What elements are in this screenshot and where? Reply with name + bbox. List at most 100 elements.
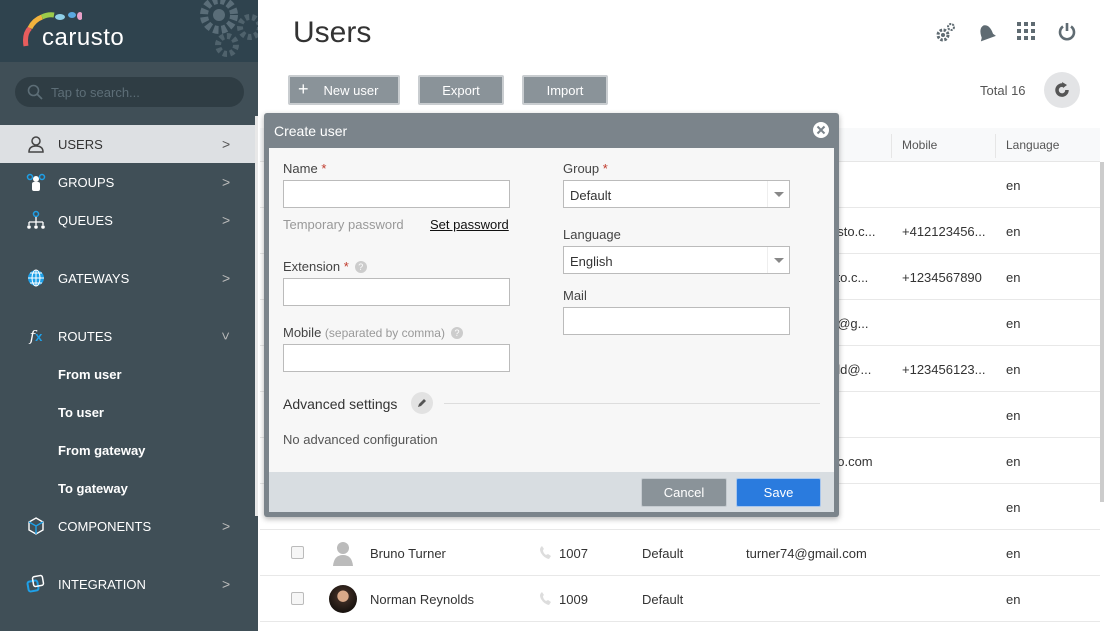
sidebar-item-integration[interactable]: INTEGRATION > — [0, 565, 258, 603]
gears-decoration-icon — [200, 0, 258, 57]
sidebar-item-routes[interactable]: fx ROUTES > — [0, 317, 258, 355]
table-row[interactable]: Norman Reynolds 1009 Default en — [260, 576, 1100, 622]
name-label: Name * — [283, 161, 327, 176]
row-checkbox[interactable] — [291, 592, 304, 605]
user-language: en — [1006, 500, 1021, 515]
advanced-settings-heading: Advanced settings — [283, 396, 398, 412]
function-icon: fx — [29, 327, 43, 345]
logo[interactable]: carusto — [0, 0, 258, 62]
column-mobile[interactable]: Mobile — [902, 138, 937, 152]
user-mobile: +123456123... — [902, 362, 986, 377]
mail-field[interactable] — [563, 307, 790, 335]
refresh-button[interactable] — [1044, 72, 1080, 108]
integration-icon — [26, 574, 46, 594]
refresh-icon — [1055, 82, 1069, 97]
chevron-down-icon: > — [218, 331, 235, 341]
user-language: en — [1006, 316, 1021, 331]
bell-icon[interactable] — [976, 22, 996, 42]
user-extension: 1009 — [559, 592, 588, 607]
close-icon[interactable] — [812, 121, 830, 139]
globe-icon — [26, 268, 46, 288]
edit-advanced-button[interactable] — [411, 392, 433, 414]
table-scrollbar[interactable] — [1100, 162, 1104, 502]
sidebar-item-components[interactable]: COMPONENTS > — [0, 507, 258, 545]
avatar — [329, 585, 357, 613]
user-language: en — [1006, 178, 1021, 193]
language-select[interactable]: English — [563, 246, 790, 274]
dialog-body: Name * Temporary password Set password E… — [269, 148, 834, 472]
sidebar-subitem-to-user[interactable]: To user — [58, 405, 104, 420]
column-divider — [891, 134, 892, 158]
import-button[interactable]: Import — [522, 75, 608, 105]
user-language: en — [1006, 546, 1021, 561]
group-label: Group * — [563, 161, 608, 176]
advanced-empty-text: No advanced configuration — [283, 432, 438, 447]
sidebar-item-gateways[interactable]: GATEWAYS > — [0, 259, 258, 297]
dropdown-arrow-icon — [767, 247, 789, 273]
divider — [444, 403, 820, 404]
user-language: en — [1006, 408, 1021, 423]
sidebar-item-groups[interactable]: GROUPS > — [0, 163, 258, 201]
plus-icon: + — [298, 79, 309, 99]
phone-icon — [540, 592, 551, 605]
extension-field[interactable] — [283, 278, 510, 306]
sidebar-item-users[interactable]: USERS > — [0, 125, 258, 163]
power-icon[interactable] — [1057, 22, 1077, 42]
apps-grid-icon[interactable] — [1017, 22, 1035, 40]
search-input[interactable]: Tap to search... — [15, 77, 244, 107]
search-placeholder: Tap to search... — [51, 84, 140, 100]
user-language: en — [1006, 224, 1021, 239]
chevron-right-icon: > — [222, 174, 231, 190]
save-button[interactable]: Save — [736, 478, 821, 507]
sidebar-scrollbar[interactable] — [255, 116, 258, 516]
chevron-right-icon: > — [222, 270, 231, 286]
sidebar-item-queues[interactable]: QUEUES > — [0, 201, 258, 239]
help-icon[interactable]: ? — [450, 327, 463, 339]
user-name[interactable]: Norman Reynolds — [370, 592, 474, 607]
chevron-right-icon: > — [222, 136, 231, 152]
help-icon[interactable]: ? — [354, 261, 367, 273]
total-count: Total 16 — [980, 83, 1026, 98]
sidebar: carusto Tap to search... USERS > GROUPS > … — [0, 0, 258, 631]
phone-icon — [540, 546, 551, 559]
mobile-field[interactable] — [283, 344, 510, 372]
user-language: en — [1006, 592, 1021, 607]
extension-label: Extension *? — [283, 259, 367, 274]
cancel-button[interactable]: Cancel — [641, 478, 727, 507]
avatar-placeholder-icon — [333, 542, 353, 566]
dialog-title: Create user — [274, 123, 348, 139]
user-mobile: +1234567890 — [902, 270, 982, 285]
create-user-dialog: Create user Name * Temporary password Se… — [264, 113, 839, 517]
pencil-icon — [418, 399, 426, 407]
settings-icon[interactable] — [936, 22, 956, 42]
export-button[interactable]: Export — [418, 75, 504, 105]
table-row[interactable]: Bruno Turner 1007 Default turner74@gmail.co… — [260, 530, 1100, 576]
user-language: en — [1006, 362, 1021, 377]
sidebar-subitem-from-user[interactable]: From user — [58, 367, 122, 382]
page-title: Users — [293, 16, 372, 49]
queue-icon — [26, 210, 46, 230]
user-name[interactable]: Bruno Turner — [370, 546, 446, 561]
chevron-right-icon: > — [222, 518, 231, 534]
user-mobile: +412123456... — [902, 224, 986, 239]
cube-icon — [26, 516, 46, 536]
chevron-right-icon: > — [222, 576, 231, 592]
user-icon — [26, 134, 46, 154]
row-checkbox[interactable] — [291, 546, 304, 559]
user-language: en — [1006, 454, 1021, 469]
column-language[interactable]: Language — [1006, 138, 1059, 152]
name-field[interactable] — [283, 180, 510, 208]
language-label: Language — [563, 227, 621, 242]
dialog-footer: Cancel Save — [269, 472, 834, 512]
temporary-password-label: Temporary password — [283, 217, 404, 232]
sidebar-subitem-from-gateway[interactable]: From gateway — [58, 443, 145, 458]
sidebar-subitem-to-gateway[interactable]: To gateway — [58, 481, 128, 496]
set-password-link[interactable]: Set password — [430, 217, 509, 232]
user-mail: turner74@gmail.com — [746, 546, 867, 561]
user-extension: 1007 — [559, 546, 588, 561]
new-user-button[interactable]: + New user — [288, 75, 400, 105]
user-group: Default — [642, 546, 684, 561]
group-select[interactable]: Default — [563, 180, 790, 208]
user-group: Default — [642, 592, 684, 607]
user-language: en — [1006, 270, 1021, 285]
